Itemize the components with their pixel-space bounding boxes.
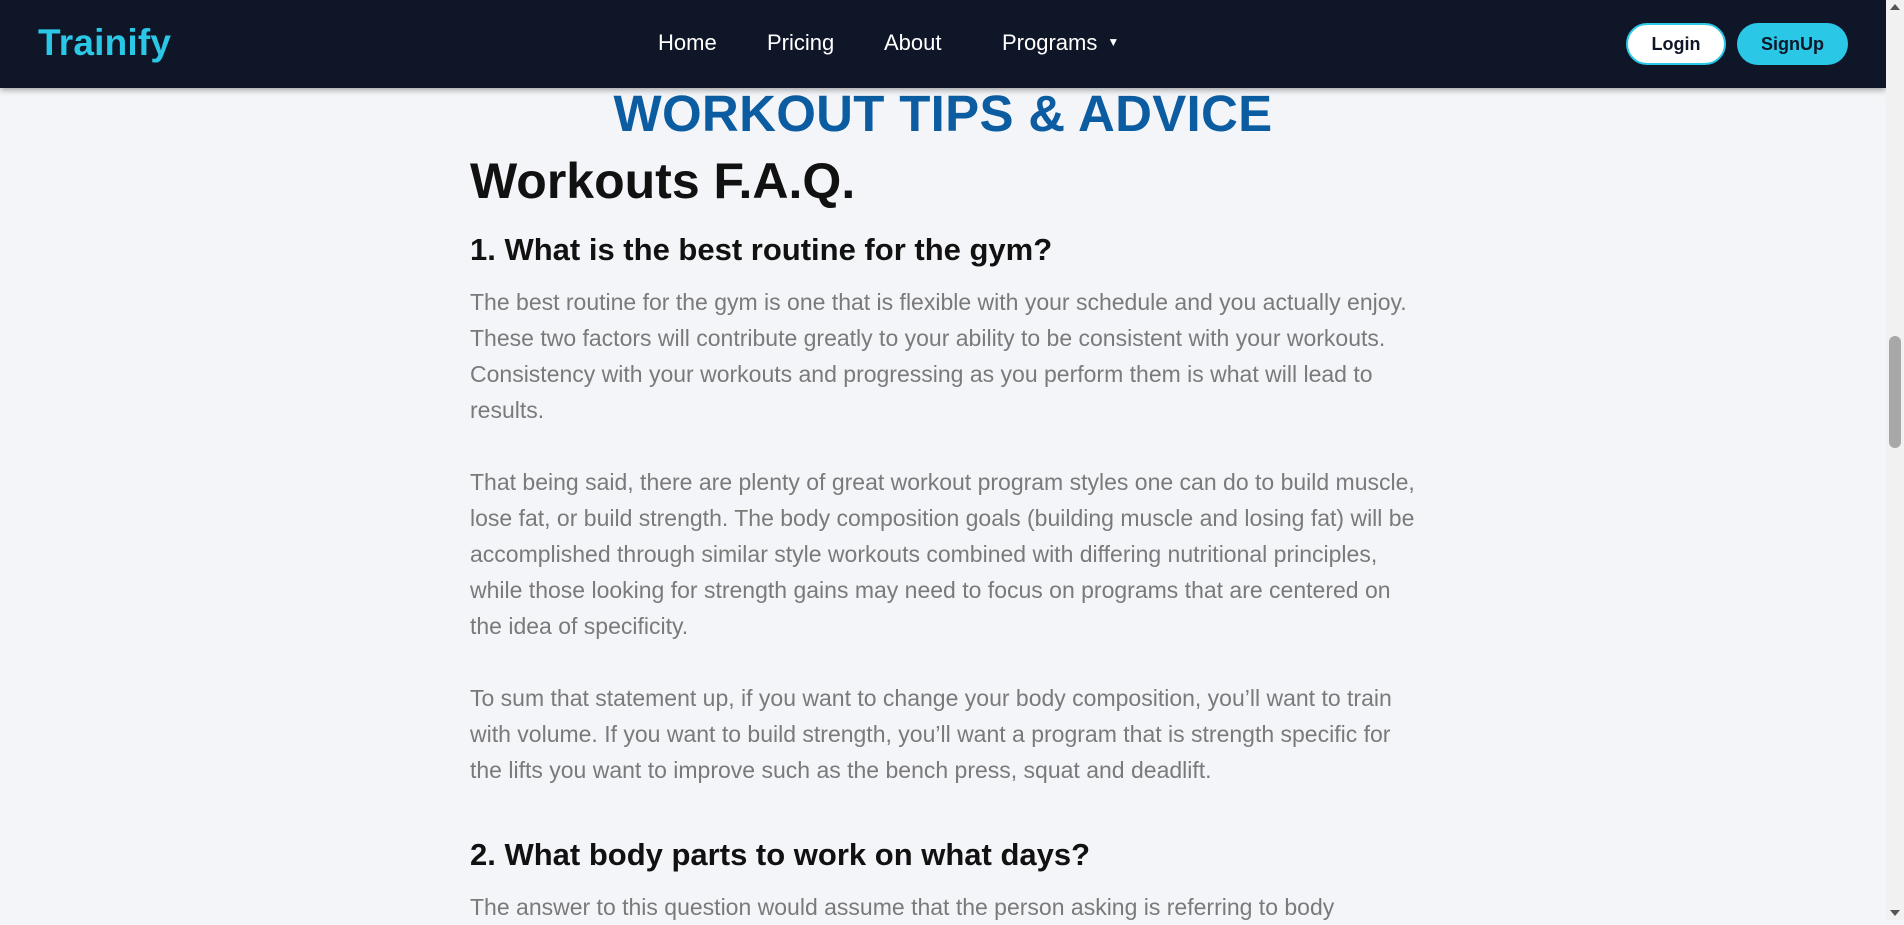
nav-about-link[interactable]: About: [884, 30, 942, 56]
login-button[interactable]: Login: [1626, 23, 1726, 65]
scrollbar-thumb[interactable]: [1889, 336, 1901, 448]
nav-programs-label: Programs: [1002, 30, 1098, 55]
brand-logo[interactable]: Trainify: [38, 22, 171, 64]
vertical-scrollbar[interactable]: [1886, 0, 1904, 920]
nav-home-link[interactable]: Home: [658, 30, 717, 56]
nav-pricing-link[interactable]: Pricing: [767, 30, 834, 56]
faq-title: Workouts F.A.Q.: [470, 153, 856, 209]
scroll-down-arrow-icon[interactable]: [1890, 910, 1900, 916]
caret-down-icon: ▼: [1107, 35, 1120, 50]
faq-answer-1-paragraph-3: To sum that statement up, if you want to…: [470, 685, 1392, 783]
page-content: WORKOUT TIPS & ADVICE Workouts F.A.Q. 1.…: [0, 0, 1886, 920]
page-heading: WORKOUT TIPS & ADVICE: [613, 85, 1273, 142]
faq-question-2: 2. What body parts to work on what days?: [470, 837, 1091, 872]
faq-answer-1-paragraph-1: The best routine for the gym is one that…: [470, 289, 1407, 423]
scroll-up-arrow-icon[interactable]: [1890, 4, 1900, 10]
nav-programs-dropdown[interactable]: Programs ▼: [1002, 30, 1119, 56]
faq-answer-1-paragraph-2: That being said, there are plenty of gre…: [470, 469, 1415, 639]
signup-button[interactable]: SignUp: [1737, 23, 1848, 65]
faq-question-1: 1. What is the best routine for the gym?: [470, 232, 1053, 267]
top-navbar: Trainify Home Pricing About Programs ▼ Lo…: [0, 0, 1886, 88]
